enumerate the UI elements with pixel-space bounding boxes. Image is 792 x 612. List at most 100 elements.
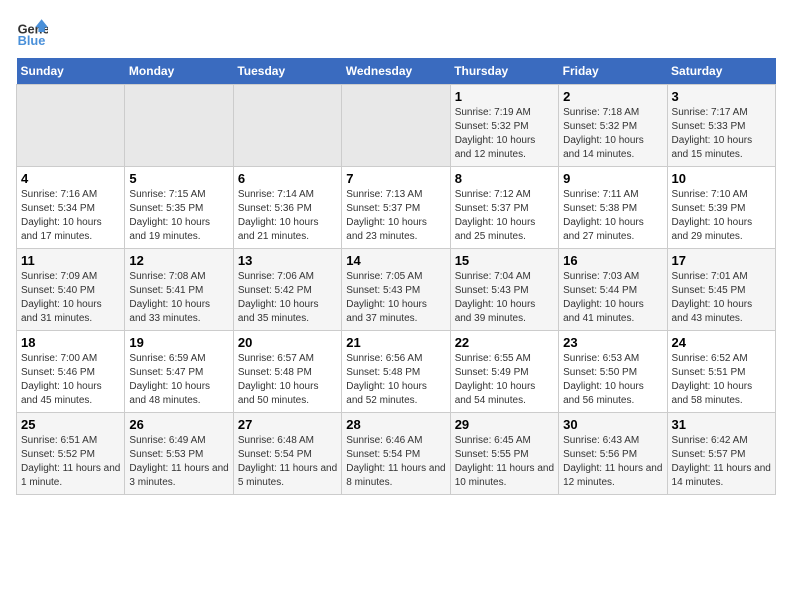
calendar-cell: 6 Sunrise: 7:14 AMSunset: 5:36 PMDaylight…	[233, 167, 341, 249]
calendar-cell: 27 Sunrise: 6:48 AMSunset: 5:54 PMDayligh…	[233, 413, 341, 495]
calendar-cell: 29 Sunrise: 6:45 AMSunset: 5:55 PMDayligh…	[450, 413, 558, 495]
day-number: 9	[563, 171, 662, 186]
day-number: 12	[129, 253, 228, 268]
day-number: 28	[346, 417, 445, 432]
day-number: 11	[21, 253, 120, 268]
day-number: 24	[672, 335, 771, 350]
calendar-cell: 11 Sunrise: 7:09 AMSunset: 5:40 PMDayligh…	[17, 249, 125, 331]
day-number: 14	[346, 253, 445, 268]
calendar-cell: 20 Sunrise: 6:57 AMSunset: 5:48 PMDayligh…	[233, 331, 341, 413]
day-number: 1	[455, 89, 554, 104]
calendar-cell: 18 Sunrise: 7:00 AMSunset: 5:46 PMDayligh…	[17, 331, 125, 413]
weekday-header-thursday: Thursday	[450, 58, 558, 85]
calendar-cell: 30 Sunrise: 6:43 AMSunset: 5:56 PMDayligh…	[559, 413, 667, 495]
day-info: Sunrise: 6:48 AMSunset: 5:54 PMDaylight:…	[238, 434, 337, 490]
day-info: Sunrise: 7:04 AMSunset: 5:43 PMDaylight:…	[455, 270, 554, 326]
day-info: Sunrise: 7:14 AMSunset: 5:36 PMDaylight:…	[238, 188, 337, 244]
day-number: 6	[238, 171, 337, 186]
day-number: 17	[672, 253, 771, 268]
calendar-cell: 7 Sunrise: 7:13 AMSunset: 5:37 PMDaylight…	[342, 167, 450, 249]
day-number: 23	[563, 335, 662, 350]
day-number: 15	[455, 253, 554, 268]
calendar-cell: 14Sunrise: 7:05 AMSunset: 5:43 PMDayligh…	[342, 249, 450, 331]
day-info: Sunrise: 6:42 AMSunset: 5:57 PMDaylight:…	[672, 434, 771, 490]
logo: General Blue	[16, 16, 52, 48]
day-number: 18	[21, 335, 120, 350]
day-number: 29	[455, 417, 554, 432]
day-number: 21	[346, 335, 445, 350]
day-info: Sunrise: 6:45 AMSunset: 5:55 PMDaylight:…	[455, 434, 554, 490]
calendar-cell: 4 Sunrise: 7:16 AMSunset: 5:34 PMDaylight…	[17, 167, 125, 249]
calendar-cell: 17 Sunrise: 7:01 AMSunset: 5:45 PMDayligh…	[667, 249, 775, 331]
day-number: 19	[129, 335, 228, 350]
day-number: 31	[672, 417, 771, 432]
day-number: 2	[563, 89, 662, 104]
day-info: Sunrise: 6:52 AMSunset: 5:51 PMDaylight:…	[672, 352, 771, 408]
weekday-header-friday: Friday	[559, 58, 667, 85]
day-number: 7	[346, 171, 445, 186]
calendar-cell	[125, 85, 233, 167]
day-number: 13	[238, 253, 337, 268]
day-info: Sunrise: 7:15 AMSunset: 5:35 PMDaylight:…	[129, 188, 228, 244]
day-info: Sunrise: 6:51 AMSunset: 5:52 PMDaylight:…	[21, 434, 120, 490]
svg-text:Blue: Blue	[18, 33, 46, 48]
weekday-header-monday: Monday	[125, 58, 233, 85]
day-info: Sunrise: 7:18 AMSunset: 5:32 PMDaylight:…	[563, 106, 662, 162]
day-info: Sunrise: 7:00 AMSunset: 5:46 PMDaylight:…	[21, 352, 120, 408]
logo-icon: General Blue	[16, 16, 48, 48]
day-number: 26	[129, 417, 228, 432]
day-number: 30	[563, 417, 662, 432]
day-info: Sunrise: 7:01 AMSunset: 5:45 PMDaylight:…	[672, 270, 771, 326]
calendar-cell: 23 Sunrise: 6:53 AMSunset: 5:50 PMDayligh…	[559, 331, 667, 413]
day-number: 5	[129, 171, 228, 186]
calendar-cell	[17, 85, 125, 167]
calendar-cell: 25 Sunrise: 6:51 AMSunset: 5:52 PMDayligh…	[17, 413, 125, 495]
day-info: Sunrise: 7:08 AMSunset: 5:41 PMDaylight:…	[129, 270, 228, 326]
day-number: 16	[563, 253, 662, 268]
calendar-cell: 1 Sunrise: 7:19 AMSunset: 5:32 PMDaylight…	[450, 85, 558, 167]
calendar-cell: 2 Sunrise: 7:18 AMSunset: 5:32 PMDaylight…	[559, 85, 667, 167]
day-info: Sunrise: 7:19 AMSunset: 5:32 PMDaylight:…	[455, 106, 554, 162]
page-header: General Blue	[16, 16, 776, 48]
day-info: Sunrise: 7:13 AMSunset: 5:37 PMDaylight:…	[346, 188, 445, 244]
calendar-cell: 15 Sunrise: 7:04 AMSunset: 5:43 PMDayligh…	[450, 249, 558, 331]
day-info: Sunrise: 7:17 AMSunset: 5:33 PMDaylight:…	[672, 106, 771, 162]
calendar-cell: 9Sunrise: 7:11 AMSunset: 5:38 PMDaylight…	[559, 167, 667, 249]
day-number: 10	[672, 171, 771, 186]
day-number: 22	[455, 335, 554, 350]
calendar-cell: 5 Sunrise: 7:15 AMSunset: 5:35 PMDaylight…	[125, 167, 233, 249]
weekday-header-tuesday: Tuesday	[233, 58, 341, 85]
day-info: Sunrise: 6:57 AMSunset: 5:48 PMDaylight:…	[238, 352, 337, 408]
day-info: Sunrise: 6:43 AMSunset: 5:56 PMDaylight:…	[563, 434, 662, 490]
day-number: 25	[21, 417, 120, 432]
day-info: Sunrise: 7:10 AMSunset: 5:39 PMDaylight:…	[672, 188, 771, 244]
weekday-header-saturday: Saturday	[667, 58, 775, 85]
weekday-header-wednesday: Wednesday	[342, 58, 450, 85]
calendar-cell: 13 Sunrise: 7:06 AMSunset: 5:42 PMDayligh…	[233, 249, 341, 331]
day-info: Sunrise: 7:06 AMSunset: 5:42 PMDaylight:…	[238, 270, 337, 326]
day-number: 3	[672, 89, 771, 104]
calendar-cell: 24 Sunrise: 6:52 AMSunset: 5:51 PMDayligh…	[667, 331, 775, 413]
day-info: Sunrise: 7:03 AMSunset: 5:44 PMDaylight:…	[563, 270, 662, 326]
calendar-cell: 10 Sunrise: 7:10 AMSunset: 5:39 PMDayligh…	[667, 167, 775, 249]
calendar-cell: 21Sunrise: 6:56 AMSunset: 5:48 PMDayligh…	[342, 331, 450, 413]
day-number: 27	[238, 417, 337, 432]
calendar-table: SundayMondayTuesdayWednesdayThursdayFrid…	[16, 58, 776, 495]
day-number: 20	[238, 335, 337, 350]
day-info: Sunrise: 7:09 AMSunset: 5:40 PMDaylight:…	[21, 270, 120, 326]
day-info: Sunrise: 7:12 AMSunset: 5:37 PMDaylight:…	[455, 188, 554, 244]
calendar-cell: 26 Sunrise: 6:49 AMSunset: 5:53 PMDayligh…	[125, 413, 233, 495]
calendar-cell: 19Sunrise: 6:59 AMSunset: 5:47 PMDayligh…	[125, 331, 233, 413]
day-number: 4	[21, 171, 120, 186]
calendar-cell: 16 Sunrise: 7:03 AMSunset: 5:44 PMDayligh…	[559, 249, 667, 331]
day-info: Sunrise: 6:53 AMSunset: 5:50 PMDaylight:…	[563, 352, 662, 408]
day-info: Sunrise: 7:16 AMSunset: 5:34 PMDaylight:…	[21, 188, 120, 244]
calendar-cell	[342, 85, 450, 167]
day-info: Sunrise: 6:49 AMSunset: 5:53 PMDaylight:…	[129, 434, 228, 490]
day-number: 8	[455, 171, 554, 186]
day-info: Sunrise: 6:55 AMSunset: 5:49 PMDaylight:…	[455, 352, 554, 408]
calendar-cell: 3 Sunrise: 7:17 AMSunset: 5:33 PMDaylight…	[667, 85, 775, 167]
calendar-cell	[233, 85, 341, 167]
calendar-cell: 31 Sunrise: 6:42 AMSunset: 5:57 PMDayligh…	[667, 413, 775, 495]
calendar-cell: 8 Sunrise: 7:12 AMSunset: 5:37 PMDaylight…	[450, 167, 558, 249]
